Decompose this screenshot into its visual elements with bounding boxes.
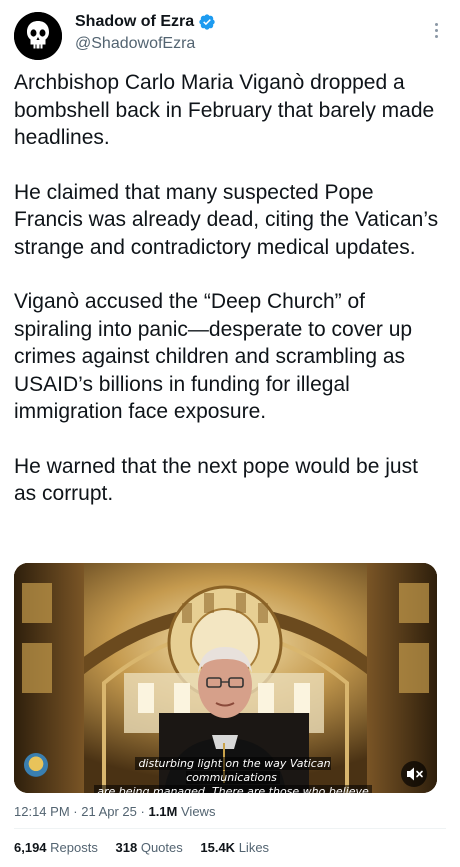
tweet-time[interactable]: 12:14 PM xyxy=(14,804,70,819)
views-count[interactable]: 1.1M xyxy=(148,804,177,819)
tweet-text: Archbishop Carlo Maria Viganò dropped a … xyxy=(14,69,444,508)
verified-badge-icon xyxy=(199,14,215,30)
tweet-paragraph: He warned that the next pope would be ju… xyxy=(14,454,418,506)
tweet-metadata: 12:14 PM · 21 Apr 25 · 1.1M Views xyxy=(14,804,215,819)
likes-label: Likes xyxy=(238,840,270,855)
speaker-muted-icon xyxy=(407,767,423,781)
quotes-stat[interactable]: 318 Quotes xyxy=(116,840,187,855)
more-options-icon[interactable] xyxy=(430,20,442,42)
display-name[interactable]: Shadow of Ezra xyxy=(75,13,194,31)
reposts-label: Reposts xyxy=(50,840,98,855)
reposts-stat[interactable]: 6,194 Reposts xyxy=(14,840,102,855)
handle[interactable]: @ShadowofEzra xyxy=(75,35,195,53)
divider xyxy=(14,828,446,829)
tweet-paragraph: He claimed that many suspected Pope Fran… xyxy=(14,180,439,259)
tweet-header: Shadow of Ezra @ShadowofEzra xyxy=(0,0,460,66)
likes-stat[interactable]: 15.4K Likes xyxy=(200,840,269,855)
mute-button[interactable] xyxy=(401,761,427,787)
channel-logo xyxy=(24,753,48,777)
views-label: Views xyxy=(181,804,216,819)
quotes-count: 318 xyxy=(115,840,138,855)
tweet-paragraph: Viganò accused the “Deep Church” of spir… xyxy=(14,290,413,423)
engagement-stats: 6,194 Reposts 318 Quotes 15.4K Likes xyxy=(14,840,283,855)
quotes-label: Quotes xyxy=(140,840,183,855)
tweet-date[interactable]: 21 Apr 25 xyxy=(81,804,137,819)
punisher-skull-icon xyxy=(14,12,62,60)
video-caption: disturbing light on the way Vatican comm… xyxy=(88,757,378,793)
tweet-paragraph: Archbishop Carlo Maria Viganò dropped a … xyxy=(14,71,435,149)
video-player[interactable]: disturbing light on the way Vatican comm… xyxy=(14,563,437,793)
avatar[interactable] xyxy=(14,12,62,60)
reposts-count: 6,194 xyxy=(14,840,47,855)
likes-count: 15.4K xyxy=(200,840,236,855)
caption-line: are being managed. There are those who b… xyxy=(94,785,372,793)
caption-line: disturbing light on the way Vatican comm… xyxy=(135,757,331,784)
